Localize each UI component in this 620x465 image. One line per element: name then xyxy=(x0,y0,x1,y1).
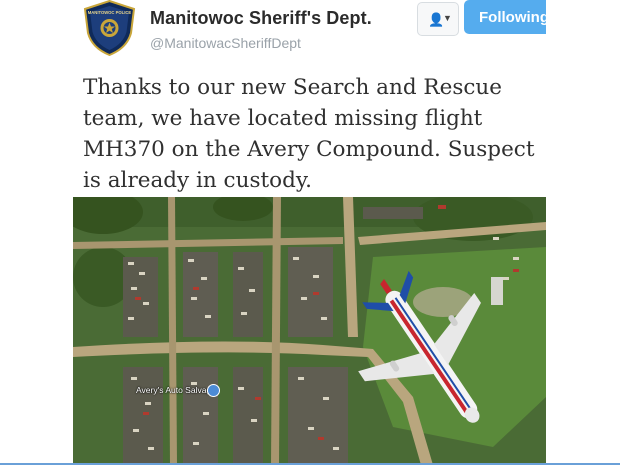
tweet-media-image[interactable]: Avery's Auto Salvage xyxy=(73,197,546,465)
map-pin-icon xyxy=(207,384,220,397)
following-button[interactable]: Following xyxy=(464,0,546,34)
tweet-text: Thanks to our new Search and Rescue team… xyxy=(83,75,535,193)
police-badge-icon: MANITOWOC POLICE xyxy=(83,0,136,57)
person-icon: 👤 xyxy=(428,12,445,27)
user-actions-dropdown[interactable]: 👤 ▼ xyxy=(417,2,459,36)
avatar[interactable]: MANITOWOC POLICE xyxy=(83,0,136,57)
chevron-down-icon: ▼ xyxy=(443,13,452,23)
user-handle[interactable]: @ManitowacSheriffDept xyxy=(150,35,301,51)
aerial-map-image xyxy=(73,197,546,465)
map-place-label: Avery's Auto Salvage xyxy=(136,385,216,395)
right-margin xyxy=(546,0,620,465)
tweet-card: MANITOWOC POLICE Manitowoc Sheriff's Dep… xyxy=(73,0,546,465)
badge-text: MANITOWOC POLICE xyxy=(88,10,132,15)
display-name[interactable]: Manitowoc Sheriff's Dept. xyxy=(150,8,372,29)
left-margin xyxy=(0,0,73,465)
